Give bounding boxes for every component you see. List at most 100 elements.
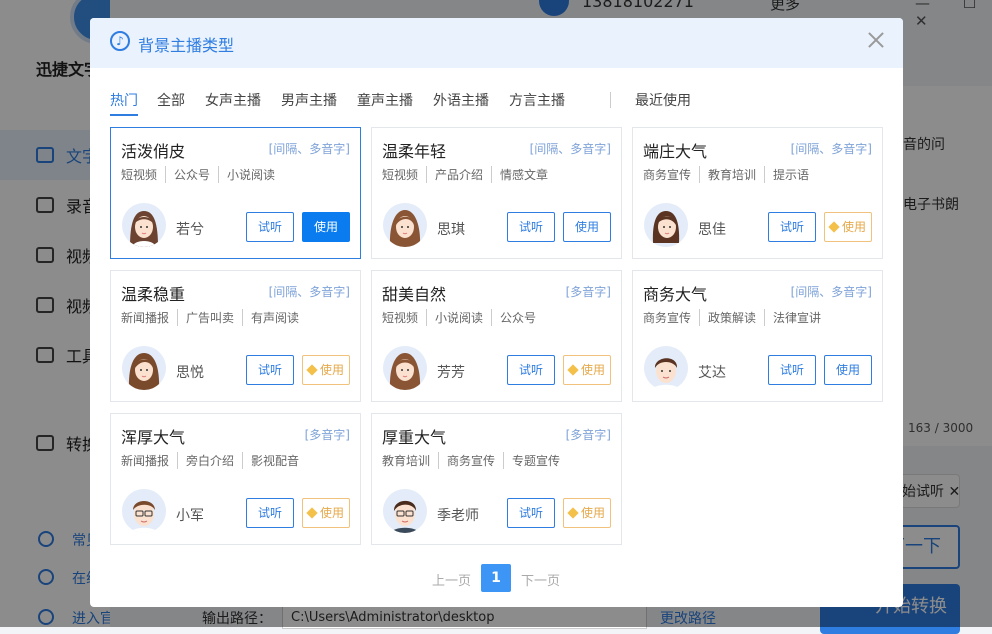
card-name: 温柔年轻 bbox=[382, 142, 447, 161]
female-avatar-icon bbox=[383, 203, 427, 247]
use-button[interactable]: 使用 bbox=[563, 212, 611, 242]
use-label: 使用 bbox=[580, 506, 605, 520]
card-tag: 教育培训 bbox=[699, 166, 756, 183]
listen-button[interactable]: 试听 bbox=[246, 498, 294, 528]
card-feature: [间隔、多音字] bbox=[790, 142, 872, 156]
voice-name: 季老师 bbox=[437, 508, 479, 524]
female-avatar-icon bbox=[644, 203, 688, 247]
listen-button[interactable]: 试听 bbox=[507, 498, 555, 528]
close-icon[interactable] bbox=[862, 26, 890, 54]
page-number[interactable]: 1 bbox=[481, 564, 511, 592]
card-feature: [间隔、多音字] bbox=[268, 285, 350, 299]
tab-recent[interactable]: 最近使用 bbox=[635, 90, 691, 110]
tab-dialect[interactable]: 方言主播 bbox=[509, 90, 565, 110]
card-name: 浑厚大气 bbox=[121, 428, 186, 447]
anchor-card[interactable]: 浑厚大气 [多音字] 新闻播报 旁白介绍 影视配音 小军 试听 使用 bbox=[110, 413, 361, 545]
card-tag: 法律宣讲 bbox=[764, 309, 821, 326]
use-label: 使用 bbox=[319, 506, 344, 520]
listen-button[interactable]: 试听 bbox=[507, 212, 555, 242]
anchor-type-dialog: ♪ 背景主播类型 热门 全部 女声主播 男声主播 童声主播 外语主播 方言主播 … bbox=[90, 18, 903, 607]
card-tag: 商务宣传 bbox=[438, 452, 495, 469]
card-tag: 短视频 bbox=[121, 168, 158, 182]
anchor-card[interactable]: 温柔稳重 [间隔、多音字] 新闻播报 广告叫卖 有声阅读 思悦 试听 使用 bbox=[110, 270, 361, 402]
tab-child[interactable]: 童声主播 bbox=[357, 90, 413, 110]
tab-hot[interactable]: 热门 bbox=[110, 90, 138, 116]
male-avatar-icon bbox=[383, 489, 427, 533]
music-note-icon: ♪ bbox=[110, 31, 130, 51]
tab-all[interactable]: 全部 bbox=[157, 90, 185, 110]
card-feature: [多音字] bbox=[565, 428, 611, 442]
listen-button[interactable]: 试听 bbox=[768, 212, 816, 242]
card-name: 端庄大气 bbox=[643, 142, 708, 161]
card-tags: 商务宣传 教育培训 提示语 bbox=[643, 166, 809, 183]
listen-button[interactable]: 试听 bbox=[246, 355, 294, 385]
card-tags: 短视频 小说阅读 公众号 bbox=[382, 309, 536, 326]
anchor-card[interactable]: 厚重大气 [多音字] 教育培训 商务宣传 专题宣传 季老师 试听 使用 bbox=[371, 413, 622, 545]
card-tag: 商务宣传 bbox=[643, 311, 692, 325]
female-avatar-icon bbox=[383, 346, 427, 390]
vip-diamond-icon bbox=[306, 507, 318, 519]
card-tag: 短视频 bbox=[382, 311, 419, 325]
male-avatar-icon bbox=[644, 346, 688, 390]
dialog-header: ♪ 背景主播类型 bbox=[90, 18, 903, 68]
tab-foreign[interactable]: 外语主播 bbox=[433, 90, 489, 110]
card-tag: 短视频 bbox=[382, 168, 419, 182]
vip-use-button[interactable]: 使用 bbox=[302, 355, 350, 385]
card-tag: 专题宣传 bbox=[503, 452, 560, 469]
card-feature: [间隔、多音字] bbox=[268, 142, 350, 156]
next-page-button[interactable]: 下一页 bbox=[521, 570, 560, 589]
use-label: 使用 bbox=[841, 220, 866, 234]
vip-diamond-icon bbox=[306, 364, 318, 376]
vip-diamond-icon bbox=[567, 507, 579, 519]
vip-use-button[interactable]: 使用 bbox=[563, 355, 611, 385]
card-tag: 商务宣传 bbox=[643, 168, 692, 182]
card-name: 厚重大气 bbox=[382, 428, 447, 447]
anchor-card[interactable]: 温柔年轻 [间隔、多音字] 短视频 产品介绍 情感文章 思琪 试听 使用 bbox=[371, 127, 622, 259]
listen-button[interactable]: 试听 bbox=[768, 355, 816, 385]
vip-diamond-icon bbox=[567, 364, 579, 376]
card-tag: 提示语 bbox=[764, 166, 809, 183]
card-tag: 新闻播报 bbox=[121, 454, 170, 468]
card-name: 商务大气 bbox=[643, 285, 708, 304]
card-tag: 公众号 bbox=[165, 166, 210, 183]
voice-name: 小军 bbox=[176, 508, 204, 524]
card-tag: 小说阅读 bbox=[218, 166, 275, 183]
voice-name: 若兮 bbox=[176, 222, 204, 238]
vip-use-button[interactable]: 使用 bbox=[563, 498, 611, 528]
listen-button[interactable]: 试听 bbox=[507, 355, 555, 385]
card-tag: 小说阅读 bbox=[426, 309, 483, 326]
vip-use-button[interactable]: 使用 bbox=[824, 212, 872, 242]
tab-divider bbox=[610, 92, 611, 108]
card-tags: 商务宣传 政策解读 法律宣讲 bbox=[643, 309, 821, 326]
prev-page-button[interactable]: 上一页 bbox=[432, 570, 471, 589]
card-tag: 政策解读 bbox=[699, 309, 756, 326]
card-tags: 新闻播报 广告叫卖 有声阅读 bbox=[121, 309, 299, 326]
tab-female[interactable]: 女声主播 bbox=[205, 90, 261, 110]
vip-use-button[interactable]: 使用 bbox=[302, 498, 350, 528]
card-tag: 有声阅读 bbox=[242, 309, 299, 326]
tab-male[interactable]: 男声主播 bbox=[281, 90, 337, 110]
card-name: 甜美自然 bbox=[382, 285, 447, 304]
use-button[interactable]: 使用 bbox=[302, 212, 350, 242]
voice-name: 艾达 bbox=[698, 365, 726, 381]
anchor-card[interactable]: 端庄大气 [间隔、多音字] 商务宣传 教育培训 提示语 思佳 试听 使用 bbox=[632, 127, 883, 259]
voice-name: 思琪 bbox=[437, 222, 465, 238]
vip-diamond-icon bbox=[828, 221, 840, 233]
card-tag: 教育培训 bbox=[382, 454, 431, 468]
listen-button[interactable]: 试听 bbox=[246, 212, 294, 242]
female-avatar-icon bbox=[122, 203, 166, 247]
anchor-card[interactable]: 活泼俏皮 [间隔、多音字] 短视频 公众号 小说阅读 若兮 试听 使用 bbox=[110, 127, 361, 259]
anchor-card[interactable]: 商务大气 [间隔、多音字] 商务宣传 政策解读 法律宣讲 艾达 试听 使用 bbox=[632, 270, 883, 402]
card-feature: [多音字] bbox=[565, 285, 611, 299]
use-button[interactable]: 使用 bbox=[824, 355, 872, 385]
card-tags: 教育培训 商务宣传 专题宣传 bbox=[382, 452, 560, 469]
anchor-card[interactable]: 甜美自然 [多音字] 短视频 小说阅读 公众号 芳芳 试听 使用 bbox=[371, 270, 622, 402]
card-tag: 影视配音 bbox=[242, 452, 299, 469]
card-tags: 新闻播报 旁白介绍 影视配音 bbox=[121, 452, 299, 469]
card-tag: 情感文章 bbox=[491, 166, 548, 183]
card-feature: [间隔、多音字] bbox=[529, 142, 611, 156]
dialog-title: 背景主播类型 bbox=[138, 36, 235, 55]
voice-name: 思悦 bbox=[176, 365, 204, 381]
card-feature: [间隔、多音字] bbox=[790, 285, 872, 299]
use-label: 使用 bbox=[580, 363, 605, 377]
